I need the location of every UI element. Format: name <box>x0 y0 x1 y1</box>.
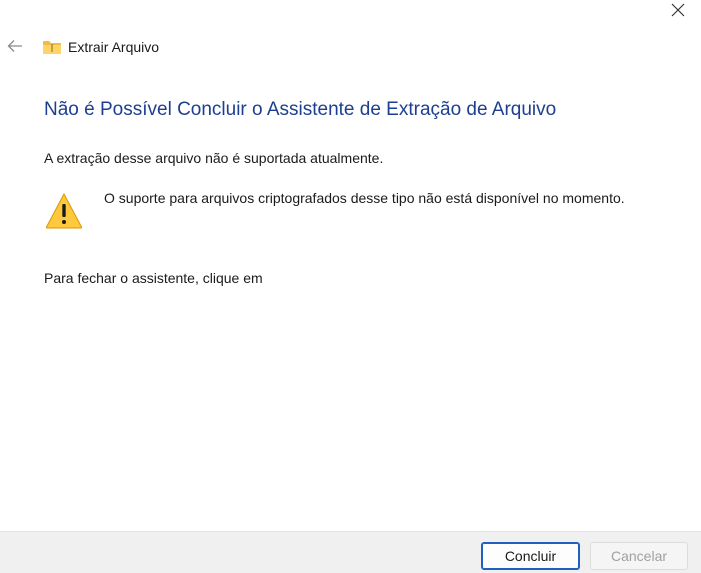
finish-button[interactable]: Concluir <box>481 542 580 570</box>
close-icon <box>671 3 685 17</box>
zip-folder-icon <box>43 41 61 54</box>
cancel-button[interactable]: Cancelar <box>590 542 688 570</box>
page-heading: Não é Possível Concluir o Assistente de … <box>44 99 557 120</box>
close-button[interactable] <box>655 0 701 20</box>
button-bar: Concluir Cancelar <box>0 531 701 573</box>
back-button[interactable] <box>4 35 26 57</box>
extract-wizard-window: Extrair Arquivo Não é Possível Concluir … <box>0 0 701 573</box>
window-title: Extrair Arquivo <box>68 39 160 55</box>
description-text: A extração desse arquivo não é suportada… <box>44 150 384 166</box>
close-instruction: Para fechar o assistente, clique em <box>44 270 263 286</box>
window-header: Extrair Arquivo <box>42 37 159 57</box>
warning-message: O suporte para arquivos criptografados d… <box>104 190 625 206</box>
warning-icon <box>45 192 83 229</box>
back-arrow-icon <box>7 40 22 52</box>
